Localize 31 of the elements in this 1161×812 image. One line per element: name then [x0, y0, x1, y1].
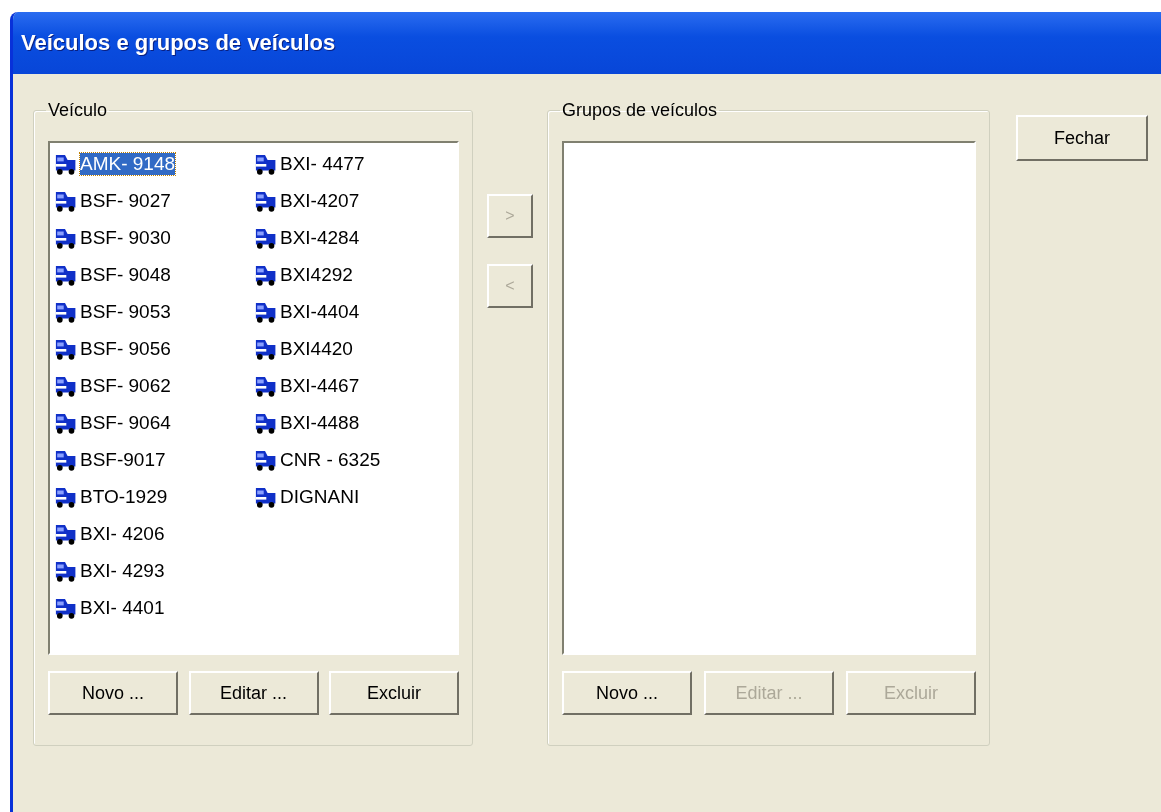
vehicle-action-button[interactable]: Novo ...	[48, 671, 178, 715]
vehicle-item[interactable]: BSF- 9064	[52, 410, 173, 435]
vehicle-item[interactable]: BSF- 9048	[52, 262, 173, 287]
vehicle-item[interactable]: BSF- 9056	[52, 336, 173, 361]
vehicle-action-button[interactable]: Editar ...	[188, 671, 319, 715]
window-title: Veículos e grupos de veículos	[21, 30, 336, 56]
vehicle-item[interactable]: CNR - 6325	[252, 447, 383, 472]
vehicle-item[interactable]: BXI4420	[252, 336, 355, 361]
vehicle-item[interactable]: BXI-4467	[252, 373, 362, 398]
vehicle-action-button[interactable]: Excluir	[329, 671, 459, 715]
vehicle-item[interactable]: BXI-4404	[252, 299, 362, 324]
vehicle-item[interactable]: BXI-4488	[252, 410, 362, 435]
vehicle-item[interactable]: BTO-1929	[52, 484, 170, 509]
group-action-button[interactable]: Novo ...	[562, 671, 692, 715]
vehicle-item[interactable]: BXI4292	[252, 262, 355, 287]
group-label: Grupos de veículos	[561, 100, 719, 121]
group-label: Veículo	[47, 100, 109, 121]
vehicle-item[interactable]: DIGNANI	[252, 484, 362, 509]
close-button[interactable]: Fechar	[1016, 115, 1148, 161]
vehicle-item[interactable]: BXI-4207	[252, 188, 362, 213]
vehicle-item[interactable]: BXI- 4293	[52, 558, 167, 583]
vehicle-item[interactable]: BSF- 9030	[52, 225, 173, 250]
vehicle-item[interactable]: BSF- 9053	[52, 299, 173, 324]
vehicle-item[interactable]: BXI-4284	[252, 225, 362, 250]
vehicle-list[interactable]	[48, 141, 459, 655]
vehicle-item[interactable]: BXI- 4206	[52, 521, 167, 546]
vehicle-item[interactable]: BSF- 9027	[52, 188, 173, 213]
vehicle-item[interactable]: BSF- 9062	[52, 373, 173, 398]
vehicle-item[interactable]: BXI- 4477	[252, 151, 367, 176]
vehicle-item[interactable]: BXI- 4401	[52, 595, 167, 620]
vehicle-item[interactable]: BSF-9017	[52, 447, 168, 472]
